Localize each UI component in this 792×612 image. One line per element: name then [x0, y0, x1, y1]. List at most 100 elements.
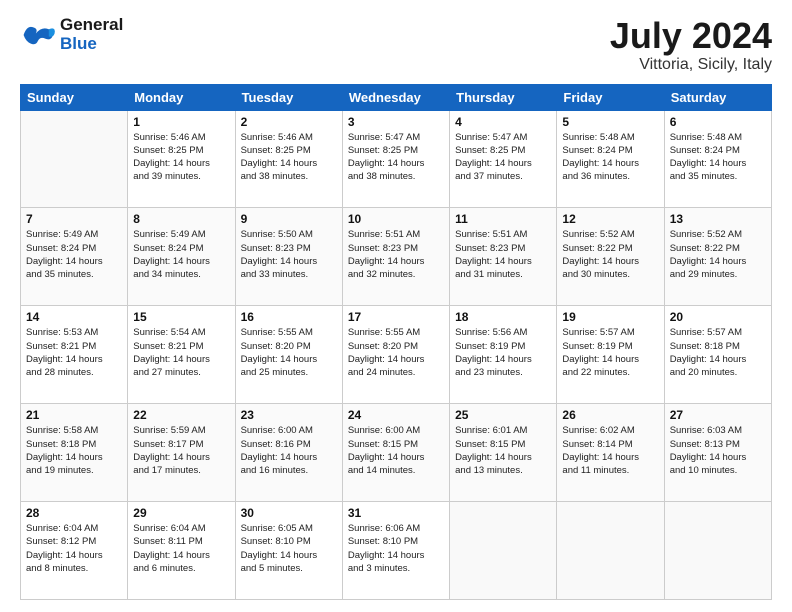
- table-row: [21, 110, 128, 208]
- day-number: 6: [670, 115, 766, 129]
- day-number: 11: [455, 212, 551, 226]
- day-info: Sunrise: 5:46 AM Sunset: 8:25 PM Dayligh…: [241, 131, 337, 184]
- day-info: Sunrise: 5:57 AM Sunset: 8:19 PM Dayligh…: [562, 326, 658, 379]
- week-row-4: 21 Sunrise: 5:58 AM Sunset: 8:18 PM Dayli…: [21, 404, 772, 502]
- day-number: 17: [348, 310, 444, 324]
- day-info: Sunrise: 6:00 AM Sunset: 8:15 PM Dayligh…: [348, 424, 444, 477]
- day-info: Sunrise: 6:01 AM Sunset: 8:15 PM Dayligh…: [455, 424, 551, 477]
- day-number: 13: [670, 212, 766, 226]
- day-number: 2: [241, 115, 337, 129]
- header-thursday: Thursday: [450, 84, 557, 110]
- day-number: 30: [241, 506, 337, 520]
- day-info: Sunrise: 5:57 AM Sunset: 8:18 PM Dayligh…: [670, 326, 766, 379]
- header: General Blue July 2024 Vittoria, Sicily,…: [20, 16, 772, 74]
- day-info: Sunrise: 6:00 AM Sunset: 8:16 PM Dayligh…: [241, 424, 337, 477]
- day-number: 7: [26, 212, 122, 226]
- table-row: [450, 502, 557, 600]
- day-info: Sunrise: 5:56 AM Sunset: 8:19 PM Dayligh…: [455, 326, 551, 379]
- day-info: Sunrise: 6:03 AM Sunset: 8:13 PM Dayligh…: [670, 424, 766, 477]
- day-number: 22: [133, 408, 229, 422]
- day-info: Sunrise: 6:04 AM Sunset: 8:11 PM Dayligh…: [133, 522, 229, 575]
- day-number: 12: [562, 212, 658, 226]
- week-row-3: 14 Sunrise: 5:53 AM Sunset: 8:21 PM Dayli…: [21, 306, 772, 404]
- day-info: Sunrise: 5:52 AM Sunset: 8:22 PM Dayligh…: [670, 228, 766, 281]
- day-number: 9: [241, 212, 337, 226]
- title-section: July 2024 Vittoria, Sicily, Italy: [610, 16, 772, 74]
- week-row-2: 7 Sunrise: 5:49 AM Sunset: 8:24 PM Daylig…: [21, 208, 772, 306]
- day-info: Sunrise: 5:55 AM Sunset: 8:20 PM Dayligh…: [241, 326, 337, 379]
- day-info: Sunrise: 5:49 AM Sunset: 8:24 PM Dayligh…: [26, 228, 122, 281]
- day-info: Sunrise: 5:54 AM Sunset: 8:21 PM Dayligh…: [133, 326, 229, 379]
- table-row: 16 Sunrise: 5:55 AM Sunset: 8:20 PM Dayli…: [235, 306, 342, 404]
- day-number: 19: [562, 310, 658, 324]
- table-row: 22Sunrise: 5:59 AM Sunset: 8:17 PM Dayli…: [128, 404, 235, 502]
- day-number: 21: [26, 408, 122, 422]
- day-info: Sunrise: 5:48 AM Sunset: 8:24 PM Dayligh…: [562, 131, 658, 184]
- day-info: Sunrise: 5:47 AM Sunset: 8:25 PM Dayligh…: [348, 131, 444, 184]
- table-row: 17 Sunrise: 5:55 AM Sunset: 8:20 PM Dayli…: [342, 306, 449, 404]
- day-info: Sunrise: 5:51 AM Sunset: 8:23 PM Dayligh…: [348, 228, 444, 281]
- table-row: 1Sunrise: 5:46 AM Sunset: 8:25 PM Daylig…: [128, 110, 235, 208]
- table-row: [557, 502, 664, 600]
- table-row: 8 Sunrise: 5:49 AM Sunset: 8:24 PM Daylig…: [128, 208, 235, 306]
- day-number: 25: [455, 408, 551, 422]
- table-row: 14 Sunrise: 5:53 AM Sunset: 8:21 PM Dayli…: [21, 306, 128, 404]
- calendar-header-row: Sunday Monday Tuesday Wednesday Thursday…: [21, 84, 772, 110]
- table-row: 10 Sunrise: 5:51 AM Sunset: 8:23 PM Dayli…: [342, 208, 449, 306]
- logo: General Blue: [20, 16, 123, 53]
- table-row: 11 Sunrise: 5:51 AM Sunset: 8:23 PM Dayli…: [450, 208, 557, 306]
- table-row: 26 Sunrise: 6:02 AM Sunset: 8:14 PM Dayli…: [557, 404, 664, 502]
- week-row-1: 1Sunrise: 5:46 AM Sunset: 8:25 PM Daylig…: [21, 110, 772, 208]
- table-row: 18 Sunrise: 5:56 AM Sunset: 8:19 PM Dayli…: [450, 306, 557, 404]
- day-number: 8: [133, 212, 229, 226]
- table-row: 15 Sunrise: 5:54 AM Sunset: 8:21 PM Dayli…: [128, 306, 235, 404]
- day-number: 5: [562, 115, 658, 129]
- day-number: 31: [348, 506, 444, 520]
- day-number: 28: [26, 506, 122, 520]
- logo-text: General Blue: [60, 16, 123, 53]
- day-info: Sunrise: 6:06 AM Sunset: 8:10 PM Dayligh…: [348, 522, 444, 575]
- day-number: 16: [241, 310, 337, 324]
- day-info: Sunrise: 5:49 AM Sunset: 8:24 PM Dayligh…: [133, 228, 229, 281]
- table-row: 5 Sunrise: 5:48 AM Sunset: 8:24 PM Daylig…: [557, 110, 664, 208]
- table-row: 3Sunrise: 5:47 AM Sunset: 8:25 PM Daylig…: [342, 110, 449, 208]
- table-row: 20 Sunrise: 5:57 AM Sunset: 8:18 PM Dayli…: [664, 306, 771, 404]
- day-info: Sunrise: 6:04 AM Sunset: 8:12 PM Dayligh…: [26, 522, 122, 575]
- day-number: 18: [455, 310, 551, 324]
- day-info: Sunrise: 5:55 AM Sunset: 8:20 PM Dayligh…: [348, 326, 444, 379]
- day-info: Sunrise: 5:51 AM Sunset: 8:23 PM Dayligh…: [455, 228, 551, 281]
- day-info: Sunrise: 5:52 AM Sunset: 8:22 PM Dayligh…: [562, 228, 658, 281]
- table-row: 24 Sunrise: 6:00 AM Sunset: 8:15 PM Dayli…: [342, 404, 449, 502]
- day-info: Sunrise: 6:05 AM Sunset: 8:10 PM Dayligh…: [241, 522, 337, 575]
- day-number: 14: [26, 310, 122, 324]
- day-info: Sunrise: 6:02 AM Sunset: 8:14 PM Dayligh…: [562, 424, 658, 477]
- day-number: 4: [455, 115, 551, 129]
- day-number: 29: [133, 506, 229, 520]
- day-number: 10: [348, 212, 444, 226]
- day-number: 23: [241, 408, 337, 422]
- header-monday: Monday: [128, 84, 235, 110]
- day-info: Sunrise: 5:53 AM Sunset: 8:21 PM Dayligh…: [26, 326, 122, 379]
- table-row: 31 Sunrise: 6:06 AM Sunset: 8:10 PM Dayli…: [342, 502, 449, 600]
- table-row: 29 Sunrise: 6:04 AM Sunset: 8:11 PM Dayli…: [128, 502, 235, 600]
- location-subtitle: Vittoria, Sicily, Italy: [610, 56, 772, 74]
- calendar-table: Sunday Monday Tuesday Wednesday Thursday…: [20, 84, 772, 600]
- table-row: 28 Sunrise: 6:04 AM Sunset: 8:12 PM Dayli…: [21, 502, 128, 600]
- table-row: 25 Sunrise: 6:01 AM Sunset: 8:15 PM Dayli…: [450, 404, 557, 502]
- day-number: 20: [670, 310, 766, 324]
- table-row: 30 Sunrise: 6:05 AM Sunset: 8:10 PM Dayli…: [235, 502, 342, 600]
- day-number: 24: [348, 408, 444, 422]
- table-row: 12 Sunrise: 5:52 AM Sunset: 8:22 PM Dayli…: [557, 208, 664, 306]
- day-number: 15: [133, 310, 229, 324]
- table-row: 9Sunrise: 5:50 AM Sunset: 8:23 PM Daylig…: [235, 208, 342, 306]
- day-info: Sunrise: 5:58 AM Sunset: 8:18 PM Dayligh…: [26, 424, 122, 477]
- table-row: 6Sunrise: 5:48 AM Sunset: 8:24 PM Daylig…: [664, 110, 771, 208]
- header-sunday: Sunday: [21, 84, 128, 110]
- month-title: July 2024: [610, 16, 772, 56]
- table-row: 7 Sunrise: 5:49 AM Sunset: 8:24 PM Daylig…: [21, 208, 128, 306]
- day-number: 26: [562, 408, 658, 422]
- table-row: 2 Sunrise: 5:46 AM Sunset: 8:25 PM Daylig…: [235, 110, 342, 208]
- table-row: 21 Sunrise: 5:58 AM Sunset: 8:18 PM Dayli…: [21, 404, 128, 502]
- table-row: [664, 502, 771, 600]
- logo-icon: [20, 20, 56, 50]
